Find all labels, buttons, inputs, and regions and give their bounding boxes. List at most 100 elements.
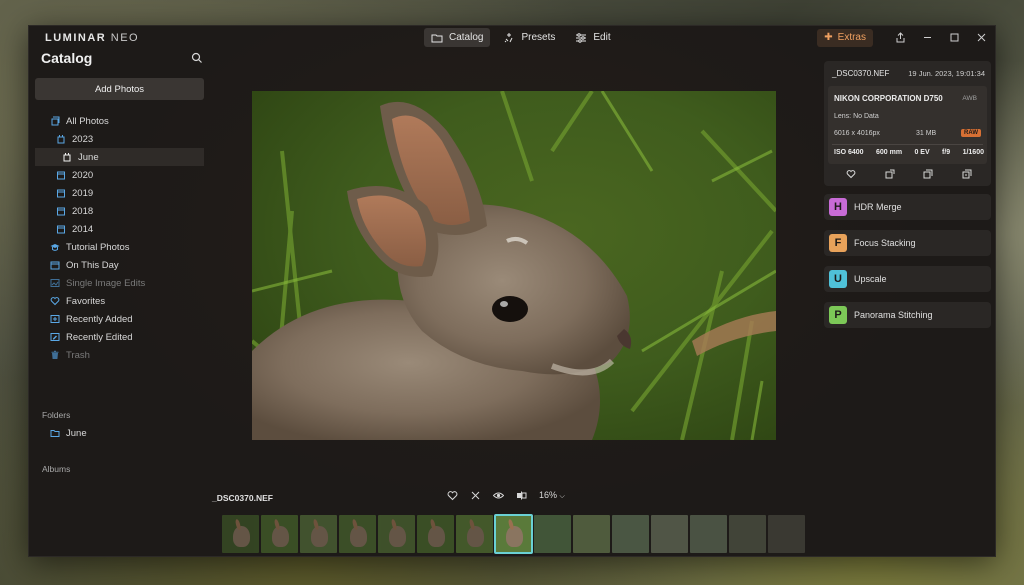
white-balance: AWB [962, 95, 977, 102]
sidebar-item-label: Favorites [66, 295, 106, 307]
rabbit-photo-image [252, 91, 776, 440]
chevron-down-icon: ⌵ [559, 493, 565, 500]
crop-share-icon[interactable] [885, 169, 895, 179]
compare-icon[interactable] [516, 490, 527, 501]
lens-info: Lens: No Data [834, 113, 879, 120]
duplicate-icon[interactable] [923, 169, 933, 179]
sidebar-item-2014[interactable]: 2014 [35, 220, 204, 238]
filmstrip-thumbnail[interactable] [261, 515, 298, 553]
calendar-icon [57, 171, 65, 180]
exif-divider [832, 144, 983, 145]
image-edit-icon [50, 279, 60, 287]
filmstrip-thumbnail[interactable] [494, 514, 533, 554]
rabbit-thumbnail-shape [233, 526, 250, 548]
heart-icon[interactable] [846, 169, 856, 179]
extras-button[interactable]: ✚ Extras [817, 28, 873, 47]
rabbit-thumbnail-shape [311, 526, 328, 548]
sidebar-item-label: 2019 [72, 187, 94, 199]
tab-presets[interactable]: Presets [496, 28, 562, 47]
minimize-button[interactable] [914, 26, 941, 49]
sidebar-item-trash[interactable]: Trash [35, 346, 204, 364]
maximize-icon [950, 33, 959, 42]
rabbit-thumbnail-shape [428, 526, 445, 548]
recent-icon [50, 315, 60, 323]
filmstrip-thumbnail[interactable] [612, 515, 649, 553]
add-photos-button[interactable]: Add Photos [35, 78, 204, 100]
sidebar-item-recently-edited[interactable]: Recently Edited [35, 328, 204, 346]
calendar-icon [57, 189, 65, 198]
sidebar-item-favorites[interactable]: Favorites [35, 292, 204, 310]
sidebar-item-tutorial-photos[interactable]: Tutorial Photos [35, 238, 204, 256]
sidebar-item-2020[interactable]: 2020 [35, 166, 204, 184]
extension-focus-stacking[interactable]: F Focus Stacking [824, 230, 991, 256]
panorama-stitching-icon: P [829, 306, 847, 324]
exposure-comp: 0 EV [914, 149, 930, 156]
filmstrip-thumbnail[interactable] [417, 515, 454, 553]
extension-hdr-merge[interactable]: H HDR Merge [824, 194, 991, 220]
share-button[interactable] [887, 26, 914, 49]
info-datetime: 19 Jun. 2023, 19:01:34 [908, 69, 985, 78]
sidebar-item-on-this-day[interactable]: On This Day [35, 256, 204, 274]
filmstrip-thumbnail[interactable] [768, 515, 805, 553]
sidebar-item-single-image-edits[interactable]: Single Image Edits [35, 274, 204, 292]
sparkle-icon [505, 32, 513, 42]
extension-label: Focus Stacking [854, 238, 916, 248]
search-icon[interactable] [191, 52, 203, 64]
folder-label: June [66, 427, 87, 439]
maximize-button[interactable] [941, 26, 968, 49]
aperture: f/9 [942, 149, 951, 156]
filmstrip-thumbnail[interactable] [456, 515, 493, 553]
sidebar-item-label: 2023 [72, 133, 94, 145]
extension-panorama-stitching[interactable]: P Panorama Stitching [824, 302, 991, 328]
filmstrip-thumbnail[interactable] [339, 515, 376, 553]
filmstrip-thumbnail[interactable] [651, 515, 688, 553]
current-filename: _DSC0370.NEF [212, 493, 273, 503]
hdr-merge-icon: H [829, 198, 847, 216]
sidebar-item-label: All Photos [66, 115, 109, 127]
camera-details: NIKON CORPORATION D750 AWB Lens: No Data… [828, 86, 987, 164]
tab-catalog[interactable]: Catalog [424, 28, 491, 47]
sidebar-item-recently-added[interactable]: Recently Added [35, 310, 204, 328]
zoom-dropdown[interactable]: 16% ⌵ [539, 490, 565, 501]
filmstrip-thumbnail[interactable] [729, 515, 766, 553]
calendar-icon [50, 261, 60, 270]
main-photo[interactable] [252, 91, 776, 440]
extension-upscale[interactable]: U Upscale [824, 266, 991, 292]
sidebar-item-all-photos[interactable]: All Photos [35, 112, 204, 130]
filmstrip-thumbnail[interactable] [534, 515, 571, 553]
calendar-icon [57, 207, 65, 216]
info-filename: _DSC0370.NEF [832, 69, 890, 78]
filmstrip-thumbnail[interactable] [300, 515, 337, 553]
heart-icon[interactable] [447, 490, 458, 501]
filmstrip-thumbnail[interactable] [690, 515, 727, 553]
iso-value: ISO 6400 [834, 149, 864, 156]
folder-row: June [35, 424, 204, 442]
reject-icon[interactable] [470, 490, 481, 501]
folder-item-june[interactable]: June [35, 424, 204, 442]
logo-sub-text: NEO [110, 32, 140, 44]
tab-edit-label: Edit [593, 32, 611, 43]
rabbit-thumbnail-shape [506, 526, 523, 548]
filmstrip-thumbnail[interactable] [378, 515, 415, 553]
photo-info-panel: _DSC0370.NEF 19 Jun. 2023, 19:01:34 NIKO… [824, 61, 991, 186]
minimize-icon [924, 37, 931, 38]
sidebar-item-2019[interactable]: 2019 [35, 184, 204, 202]
rabbit-thumbnail-shape [350, 526, 367, 548]
shutter-speed: 1/1600 [962, 149, 984, 156]
close-button[interactable] [968, 26, 995, 49]
sidebar-item-label: Recently Added [66, 313, 133, 325]
filmstrip-thumbnail[interactable] [222, 515, 259, 553]
focus-stacking-icon: F [829, 234, 847, 252]
eye-icon[interactable] [493, 490, 504, 501]
virtual-copy-icon[interactable] [962, 169, 972, 179]
sidebar-item-june[interactable]: June [35, 148, 204, 166]
extension-label: HDR Merge [854, 202, 902, 212]
sidebar-item-2018[interactable]: 2018 [35, 202, 204, 220]
sidebar-item-label: On This Day [66, 259, 119, 271]
sidebar-item-label: Tutorial Photos [66, 241, 130, 253]
tab-edit[interactable]: Edit [568, 28, 617, 47]
sidebar-item-2023[interactable]: 2023 [35, 130, 204, 148]
extension-label: Panorama Stitching [854, 310, 933, 320]
filmstrip-thumbnail[interactable] [573, 515, 610, 553]
catalog-nav: All Photos 2023 June 2020 2019 2018 2014… [35, 112, 204, 364]
